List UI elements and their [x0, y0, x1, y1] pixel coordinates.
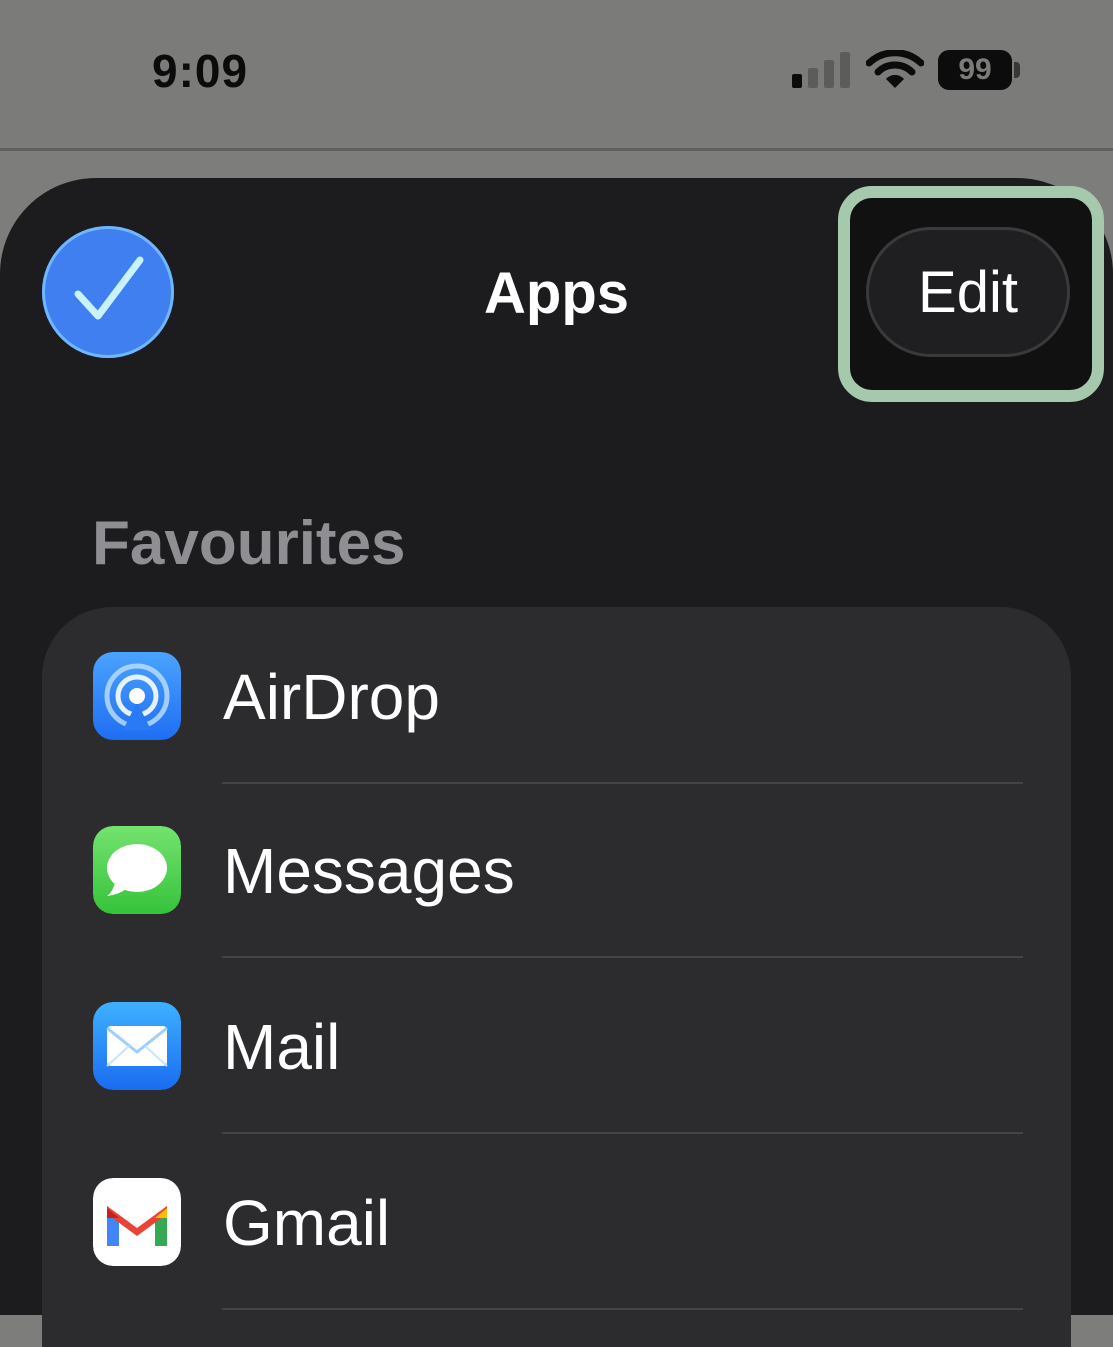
status-time: 9:09: [152, 45, 249, 97]
list-item-mail[interactable]: Mail: [42, 958, 1071, 1134]
list-item-label: Gmail: [223, 1187, 391, 1259]
messages-icon: [93, 826, 181, 914]
cellular-signal-icon: [792, 52, 850, 88]
status-divider: [0, 148, 1113, 151]
row-divider: [222, 1308, 1023, 1310]
list-item-messages[interactable]: Messages: [42, 782, 1071, 958]
battery-tip: [1014, 62, 1020, 78]
mail-icon: [93, 1002, 181, 1090]
wifi-icon: [866, 50, 924, 88]
battery-indicator: 99: [938, 50, 1012, 90]
battery-level: 99: [958, 53, 992, 86]
edit-button-label: Edit: [918, 259, 1018, 325]
list-item-label: AirDrop: [223, 661, 440, 733]
gmail-icon: [93, 1178, 181, 1266]
airdrop-icon: [93, 652, 181, 740]
list-item-gmail[interactable]: Gmail: [42, 1134, 1071, 1310]
list-item-label: Mail: [223, 1011, 341, 1083]
list-item-airdrop[interactable]: AirDrop: [42, 608, 1071, 784]
favourites-header: Favourites: [92, 509, 406, 578]
edit-button[interactable]: Edit: [866, 227, 1070, 357]
list-item-label: Messages: [223, 835, 515, 907]
